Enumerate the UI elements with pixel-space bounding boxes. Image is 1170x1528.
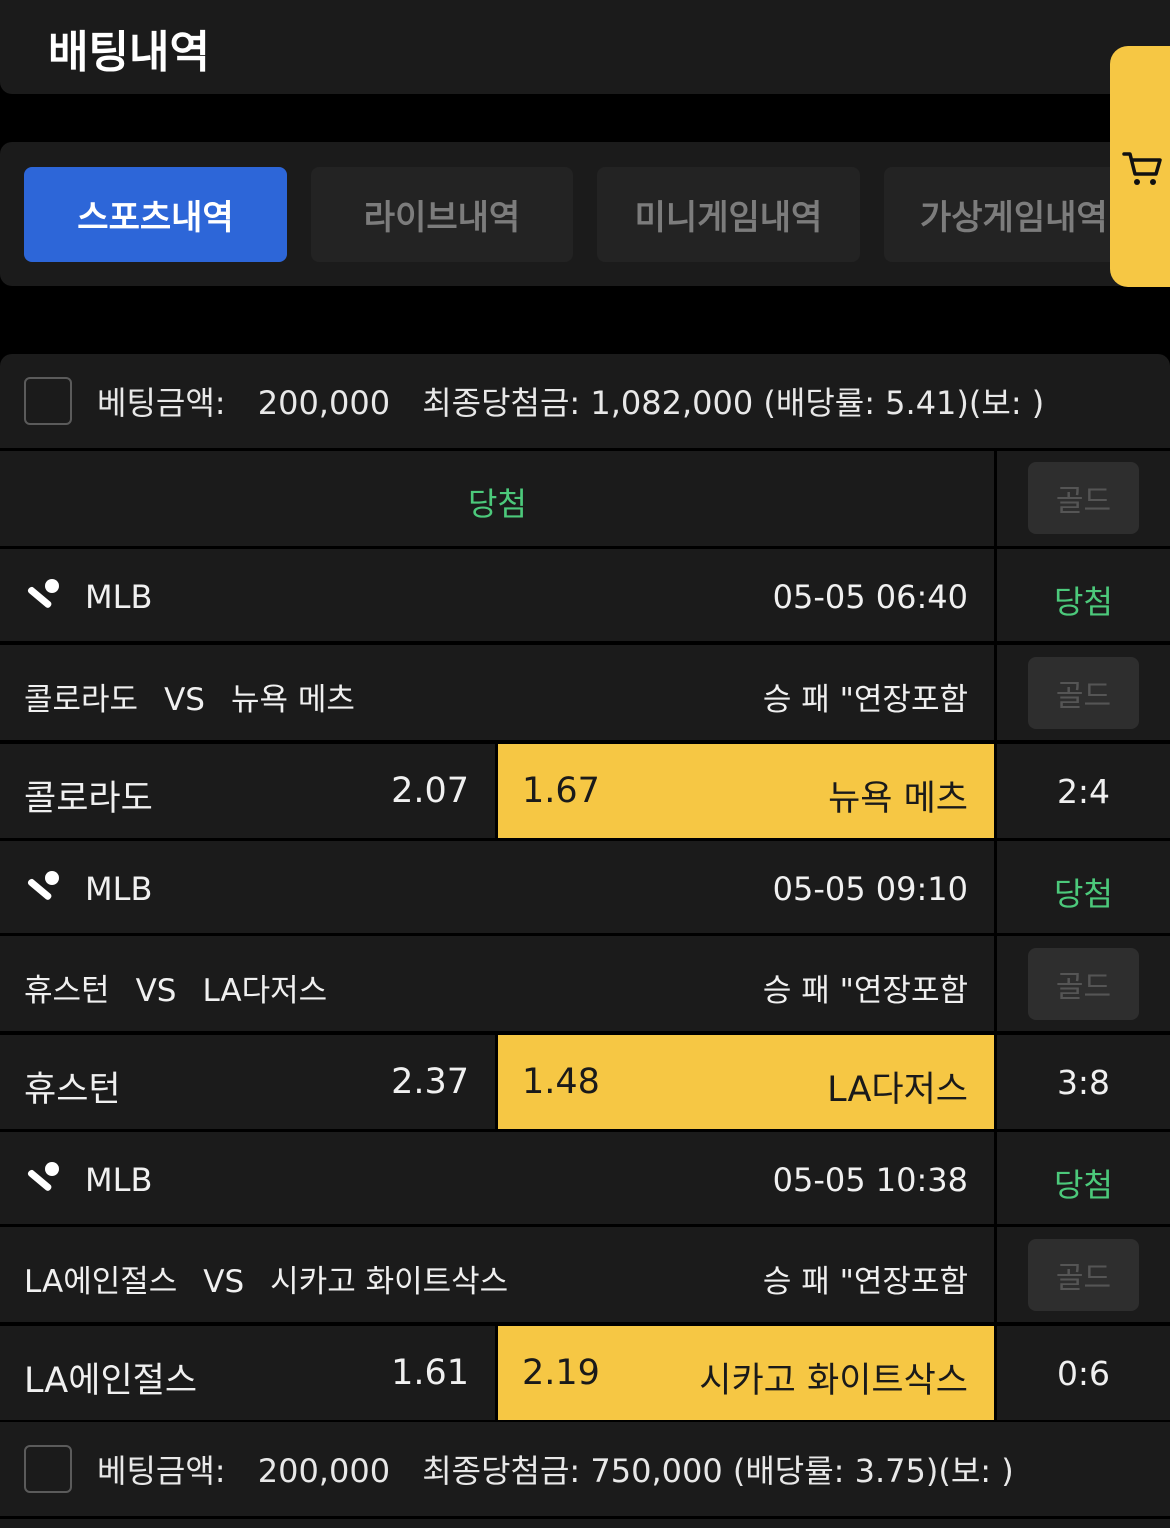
page-title: 배팅내역 — [48, 27, 210, 78]
home-team: 휴스턴 — [24, 973, 110, 1009]
tab-sports-history[interactable]: 스포츠내역 — [24, 167, 287, 262]
vs-label: VS — [135, 973, 177, 1009]
slip-summary-text: 베팅금액: 200,000 최종당첨금: 1,082,000 (배당률: 5.4… — [97, 378, 1044, 424]
cart-icon — [1122, 152, 1162, 185]
away-team: LA다저스 — [202, 973, 328, 1009]
game-result-cell: 당첨 — [997, 841, 1170, 933]
home-team-name: 콜로라도 — [24, 779, 153, 819]
matchup: LA에인절스 VS 시카고 화이트삭스 — [24, 1256, 508, 1301]
cart-button[interactable] — [1110, 46, 1170, 287]
game-result-cell: 당첨 — [997, 1132, 1170, 1224]
game-result: 당첨 — [1054, 583, 1113, 621]
selected-odds-cell[interactable]: 1.67 뉴욕 메츠 — [498, 744, 994, 838]
tab-virtual-game-history[interactable]: 가상게임내역 — [884, 167, 1144, 262]
tab-live-history[interactable]: 라이브내역 — [311, 167, 573, 262]
slip-checkbox[interactable] — [24, 377, 72, 425]
home-odds-cell[interactable]: LA에인절스 1.61 — [0, 1326, 495, 1420]
picked-team-name: 시카고 화이트삭스 — [699, 1361, 968, 1401]
away-odds: 1.48 — [522, 1062, 600, 1102]
vs-label: VS — [203, 1264, 245, 1300]
home-odds: 1.61 — [391, 1353, 469, 1393]
title-bar: 배팅내역 — [0, 0, 1170, 94]
final-win-amount: 750,000 — [590, 1452, 723, 1490]
selected-odds-cell[interactable]: 1.48 LA다저스 — [498, 1035, 994, 1129]
away-team: 시카고 화이트삭스 — [270, 1264, 509, 1300]
odds-rate: (배당률: 5.41)(보: ) — [763, 384, 1045, 422]
league-name: MLB — [85, 578, 153, 616]
game-header-row: MLB 05-05 10:38 — [0, 1132, 994, 1224]
final-win-amount: 1,082,000 — [590, 384, 754, 422]
slip-checkbox[interactable] — [24, 1445, 72, 1493]
game-score: 2:4 — [1056, 772, 1111, 811]
home-odds: 2.37 — [391, 1062, 469, 1102]
matchup-row: 콜로라도 VS 뉴욕 메츠 승 패 "연장포함 — [0, 645, 994, 740]
baseball-icon — [27, 1162, 59, 1191]
baseball-icon — [27, 871, 59, 900]
away-team: 뉴욕 메츠 — [230, 682, 355, 718]
game-result: 당첨 — [1054, 875, 1113, 913]
gold-button[interactable]: 골드 — [1028, 462, 1139, 534]
matchup-row: LA에인절스 VS 시카고 화이트삭스 승 패 "연장포함 — [0, 1227, 994, 1322]
bet-slip-summary: 베팅금액: 200,000 최종당첨금: 750,000 (배당률: 3.75)… — [0, 1422, 1170, 1516]
market-type: 승 패 "연장포함 — [762, 1264, 968, 1300]
matchup-row: 휴스턴 VS LA다저스 승 패 "연장포함 — [0, 936, 994, 1031]
slip-status-row: 당첨 — [0, 451, 994, 546]
picked-team-name: LA다저스 — [827, 1070, 968, 1110]
slip-status: 당첨 — [468, 485, 527, 523]
bet-amount: 200,000 — [257, 384, 391, 422]
selected-odds-cell[interactable]: 2.19 시카고 화이트삭스 — [498, 1326, 994, 1420]
bet-amount-label: 베팅금액: — [97, 384, 226, 422]
market-type: 승 패 "연장포함 — [762, 973, 968, 1009]
home-team: 콜로라도 — [24, 682, 139, 718]
game-result-cell: 당첨 — [997, 549, 1170, 641]
game-header-row: MLB 05-05 06:40 — [0, 549, 994, 641]
bet-amount-label: 베팅금액: — [97, 1452, 226, 1490]
away-odds: 2.19 — [522, 1353, 600, 1393]
game-score: 0:6 — [1056, 1354, 1111, 1393]
vs-label: VS — [164, 682, 205, 718]
next-slip-edge — [0, 1519, 1170, 1528]
home-odds-cell[interactable]: 휴스턴 2.37 — [0, 1035, 495, 1129]
picked-team-name: 뉴욕 메츠 — [828, 779, 968, 819]
matchup: 휴스턴 VS LA다저스 — [24, 965, 327, 1010]
gold-button[interactable]: 골드 — [1028, 1239, 1139, 1311]
game-header-row: MLB 05-05 09:10 — [0, 841, 994, 933]
home-team: LA에인절스 — [24, 1264, 178, 1300]
home-team-name: LA에인절스 — [24, 1361, 198, 1401]
game-datetime: 05-05 06:40 — [772, 578, 968, 616]
score-cell: 3:8 — [997, 1035, 1170, 1129]
game-result: 당첨 — [1054, 1166, 1113, 1204]
league-name: MLB — [85, 870, 153, 908]
bet-amount: 200,000 — [257, 1452, 391, 1490]
bet-slip-summary: 베팅금액: 200,000 최종당첨금: 1,082,000 (배당률: 5.4… — [0, 354, 1170, 448]
odds-rate: (배당률: 3.75)(보: ) — [732, 1452, 1014, 1490]
game-datetime: 05-05 10:38 — [772, 1161, 968, 1199]
gold-button[interactable]: 골드 — [1028, 657, 1139, 729]
final-win-label: 최종당첨금: — [422, 1452, 581, 1490]
game-datetime: 05-05 09:10 — [772, 870, 968, 908]
market-type: 승 패 "연장포함 — [762, 682, 968, 718]
baseball-icon — [27, 579, 59, 608]
final-win-label: 최종당첨금: — [422, 384, 581, 422]
score-cell: 0:6 — [997, 1326, 1170, 1420]
home-odds: 2.07 — [391, 771, 469, 811]
slip-summary-text: 베팅금액: 200,000 최종당첨금: 750,000 (배당률: 3.75)… — [97, 1446, 1014, 1492]
home-team-name: 휴스턴 — [24, 1070, 121, 1110]
gold-button[interactable]: 골드 — [1028, 948, 1139, 1020]
score-cell: 2:4 — [997, 744, 1170, 838]
home-odds-cell[interactable]: 콜로라도 2.07 — [0, 744, 495, 838]
league-name: MLB — [85, 1161, 153, 1199]
matchup: 콜로라도 VS 뉴욕 메츠 — [24, 674, 355, 719]
game-score: 3:8 — [1056, 1063, 1111, 1102]
away-odds: 1.67 — [522, 771, 600, 811]
tab-minigame-history[interactable]: 미니게임내역 — [597, 167, 860, 262]
tab-bar: 스포츠내역 라이브내역 미니게임내역 가상게임내역 — [0, 142, 1170, 286]
